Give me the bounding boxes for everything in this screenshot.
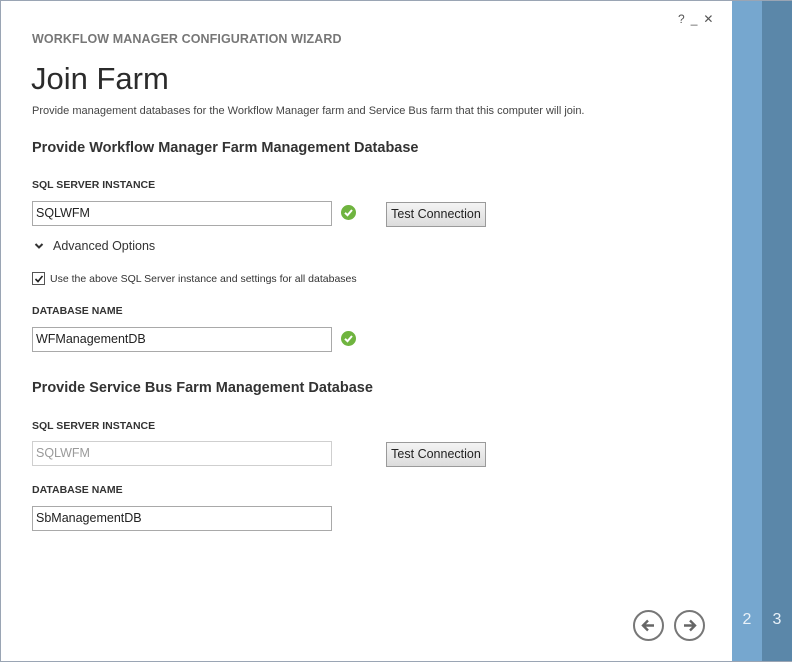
wf-sql-instance-label: SQL SERVER INSTANCE: [32, 179, 156, 191]
help-icon[interactable]: ?: [678, 12, 685, 26]
use-same-instance-checkbox[interactable]: [32, 272, 45, 285]
next-button[interactable]: [674, 610, 705, 641]
step-2[interactable]: 2: [732, 1, 762, 661]
sb-sql-instance-input: SQLWFM: [32, 441, 332, 466]
checkmark-icon: [341, 205, 356, 220]
sb-sql-instance-label: SQL SERVER INSTANCE: [32, 420, 156, 432]
checkmark-icon: [341, 331, 356, 346]
close-icon[interactable]: ✕: [703, 12, 713, 26]
advanced-options-label: Advanced Options: [53, 239, 156, 253]
wf-database-name-label: DATABASE NAME: [32, 305, 123, 317]
checkbox-check-icon: [34, 275, 44, 283]
use-same-instance-label: Use the above SQL Server instance and se…: [50, 272, 357, 285]
back-arrow-icon: [641, 619, 654, 632]
step-3-number: 3: [772, 611, 782, 628]
wizard-steps-bar: 2 3: [732, 1, 792, 661]
step-3[interactable]: 3: [762, 1, 792, 661]
wf-database-name-input[interactable]: WFManagementDB: [32, 327, 332, 352]
use-same-instance-row[interactable]: Use the above SQL Server instance and se…: [32, 272, 357, 285]
minimize-icon[interactable]: _: [691, 12, 698, 26]
back-button[interactable]: [633, 610, 664, 641]
wizard-window: ? _ ✕ WORKFLOW MANAGER CONFIGURATION WIZ…: [0, 0, 792, 662]
wf-test-connection-button[interactable]: Test Connection: [386, 202, 486, 227]
step-2-number: 2: [742, 611, 752, 628]
chevron-down-icon: [34, 243, 44, 249]
wizard-main-panel: ? _ ✕ WORKFLOW MANAGER CONFIGURATION WIZ…: [1, 1, 732, 661]
wf-sql-instance-input[interactable]: SQLWFM: [32, 201, 332, 226]
wf-section-title: Provide Workflow Manager Farm Management…: [32, 140, 419, 156]
sb-database-name-input[interactable]: SbManagementDB: [32, 506, 332, 531]
advanced-options-toggle[interactable]: Advanced Options: [34, 239, 155, 253]
sb-section-title: Provide Service Bus Farm Management Data…: [32, 380, 373, 396]
sb-test-connection-button[interactable]: Test Connection: [386, 442, 486, 467]
page-title: Join Farm: [31, 61, 169, 96]
sb-database-name-label: DATABASE NAME: [32, 484, 123, 496]
page-description: Provide management databases for the Wor…: [32, 105, 585, 117]
next-arrow-icon: [684, 619, 697, 632]
window-controls: ? _ ✕: [678, 12, 713, 26]
wizard-title: WORKFLOW MANAGER CONFIGURATION WIZARD: [32, 32, 342, 46]
